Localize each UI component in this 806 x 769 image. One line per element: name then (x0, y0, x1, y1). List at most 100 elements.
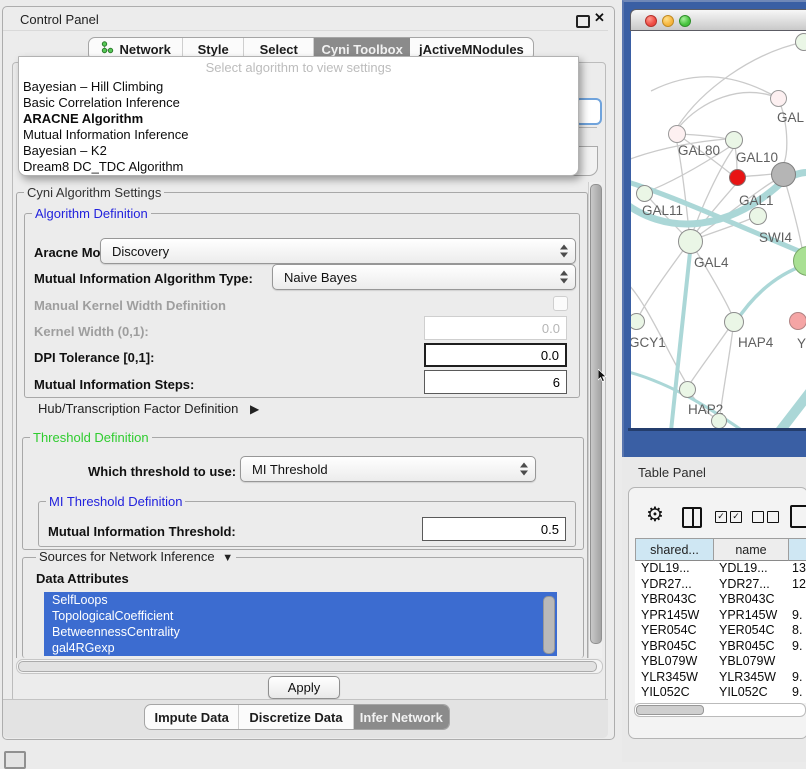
unchecked-box-icon[interactable] (767, 511, 779, 523)
column-header-extra[interactable] (789, 538, 806, 561)
checked-box-icon[interactable]: ✓ (715, 511, 727, 523)
tab-infer-network[interactable]: Infer Network (354, 705, 449, 729)
expanded-arrow-icon[interactable]: ▼ (222, 552, 233, 564)
table-cell: YDL19... (719, 561, 791, 577)
sources-group-title[interactable]: Sources for Network Inference ▼ (36, 550, 236, 565)
network-node[interactable] (711, 413, 727, 428)
data-attributes-list[interactable]: SelfLoopsTopologicalCoefficientBetweenne… (44, 592, 557, 657)
network-node[interactable] (725, 131, 743, 149)
unchecked-box-icon[interactable] (752, 511, 764, 523)
column-header-name[interactable]: name (714, 538, 789, 561)
check-glyph: ✓ (717, 511, 725, 521)
hub-factor-section[interactable]: Hub/Transcription Factor Definition ▶ (38, 401, 259, 416)
network-node[interactable] (631, 313, 645, 330)
manual-kernel-checkbox[interactable] (553, 296, 568, 311)
column-header-shared[interactable]: shared... (635, 538, 714, 561)
mi-steps-input[interactable] (424, 370, 567, 394)
table-row[interactable]: YDR27...YDR27...12 (635, 577, 806, 593)
network-node[interactable] (678, 229, 703, 254)
gear-icon[interactable]: ⚙ (646, 505, 664, 525)
window-shadow (628, 428, 806, 431)
network-node[interactable] (724, 312, 744, 332)
network-canvas[interactable]: GALGAL80GAL10GAL1GAL11SWI4GAL4GCY1HAP4YH… (631, 31, 806, 428)
tab-impute-data[interactable]: Impute Data (145, 705, 239, 729)
algorithm-option[interactable]: Basic Correlation Inference (23, 95, 573, 111)
network-node[interactable] (636, 185, 653, 202)
algorithm-option[interactable]: Bayesian – K2 (23, 143, 573, 159)
network-node[interactable] (795, 33, 806, 51)
algorithm-option[interactable]: Bayesian – Hill Climbing (23, 79, 573, 95)
table-row[interactable]: YLR345WYLR345W9. (635, 670, 806, 686)
network-node[interactable] (771, 162, 796, 187)
network-node[interactable] (770, 90, 787, 107)
network-node[interactable] (729, 169, 746, 186)
table-row[interactable]: YDL19...YDL19...13 (635, 561, 806, 577)
table-row[interactable]: YER054CYER054C8. (635, 623, 806, 639)
table-cell: YBR043C (719, 592, 791, 608)
tab-label: Infer Network (360, 710, 443, 725)
network-window-titlebar[interactable] (630, 9, 806, 31)
table-panel-title: Table Panel (638, 465, 706, 480)
table-row[interactable]: YPR145WYPR145W9. (635, 608, 806, 624)
zoom-traffic-light[interactable] (679, 15, 691, 27)
network-node-label: Y (797, 336, 806, 351)
mi-threshold-input[interactable] (422, 517, 566, 541)
attribute-list-item[interactable]: gal4RGexp (44, 640, 557, 656)
algorithm-option[interactable]: Mutual Information Inference (23, 127, 573, 143)
table-cell: YBR045C (719, 639, 791, 655)
attribute-list-item[interactable]: TopologicalCoefficient (44, 608, 557, 624)
new-table-icon[interactable] (790, 505, 806, 528)
checked-box-icon[interactable]: ✓ (730, 511, 742, 523)
network-tree-icon (101, 41, 114, 57)
network-node[interactable] (668, 125, 686, 143)
mi-threshold-group-title: MI Threshold Definition (46, 495, 185, 508)
tab-label: Impute Data (154, 710, 228, 725)
table-row[interactable]: YBR043CYBR043C (635, 592, 806, 608)
list-scrollbar-thumb[interactable] (543, 596, 555, 654)
settings-horizontal-scrollbar-thumb[interactable] (18, 661, 597, 672)
network-node[interactable] (679, 381, 696, 398)
table-cell: 13 (792, 561, 806, 577)
combo-arrows-icon (520, 463, 528, 476)
columns-icon[interactable] (682, 507, 702, 528)
close-traffic-light[interactable] (645, 15, 657, 27)
network-node-label: GAL11 (642, 203, 683, 218)
network-node[interactable] (749, 207, 767, 225)
table-cell: YER054C (719, 623, 791, 639)
mi-type-select[interactable]: Naive Bayes (272, 264, 576, 290)
attribute-list-item[interactable]: SelfLoops (44, 592, 557, 608)
close-icon[interactable]: ✕ (594, 10, 605, 26)
kernel-width-input[interactable] (424, 316, 567, 340)
hidden-group-border (577, 127, 597, 128)
table-horizontal-scrollbar-thumb[interactable] (636, 705, 704, 715)
table-row[interactable]: YBL079WYBL079W (635, 654, 806, 670)
algorithm-option[interactable]: Dream8 DC_TDC Algorithm (23, 159, 573, 175)
cyni-group-title: Cyni Algorithm Settings (24, 186, 164, 199)
aracne-mode-select[interactable]: Discovery (100, 238, 576, 264)
algorithm-option[interactable]: ARACNE Algorithm (23, 111, 573, 127)
collapsed-arrow-icon[interactable]: ▶ (250, 402, 259, 416)
table-cell: YDR27... (719, 577, 791, 593)
table-cell: 9. (792, 670, 806, 686)
float-window-icon[interactable] (576, 15, 590, 28)
table-cell: YIL052C (719, 685, 791, 701)
table-row[interactable]: YIL052CYIL052C9. (635, 685, 806, 701)
network-node[interactable] (789, 312, 806, 330)
titlebar-divider (3, 30, 608, 31)
minimize-traffic-light[interactable] (662, 15, 674, 27)
dpi-tolerance-input[interactable] (424, 343, 567, 367)
aracne-mode-value: Discovery (112, 244, 169, 259)
table-cell: YDR27... (641, 577, 717, 593)
table-cell: YLR345W (641, 670, 717, 686)
apply-button[interactable]: Apply (268, 676, 340, 699)
attribute-list-item[interactable]: BetweennessCentrality (44, 624, 557, 640)
table-row[interactable]: YBR045CYBR045C9. (635, 639, 806, 655)
tab-label: Cyni Toolbox (321, 42, 402, 57)
combo-arrows-icon (560, 245, 568, 258)
tab-label: jActiveMNodules (419, 42, 524, 57)
network-node-label: GAL80 (678, 143, 720, 158)
minimized-panel-icon[interactable] (4, 751, 26, 769)
tab-discretize-data[interactable]: Discretize Data (239, 705, 353, 729)
which-threshold-select[interactable]: MI Threshold (240, 456, 536, 482)
settings-vertical-scrollbar-thumb[interactable] (590, 184, 602, 644)
